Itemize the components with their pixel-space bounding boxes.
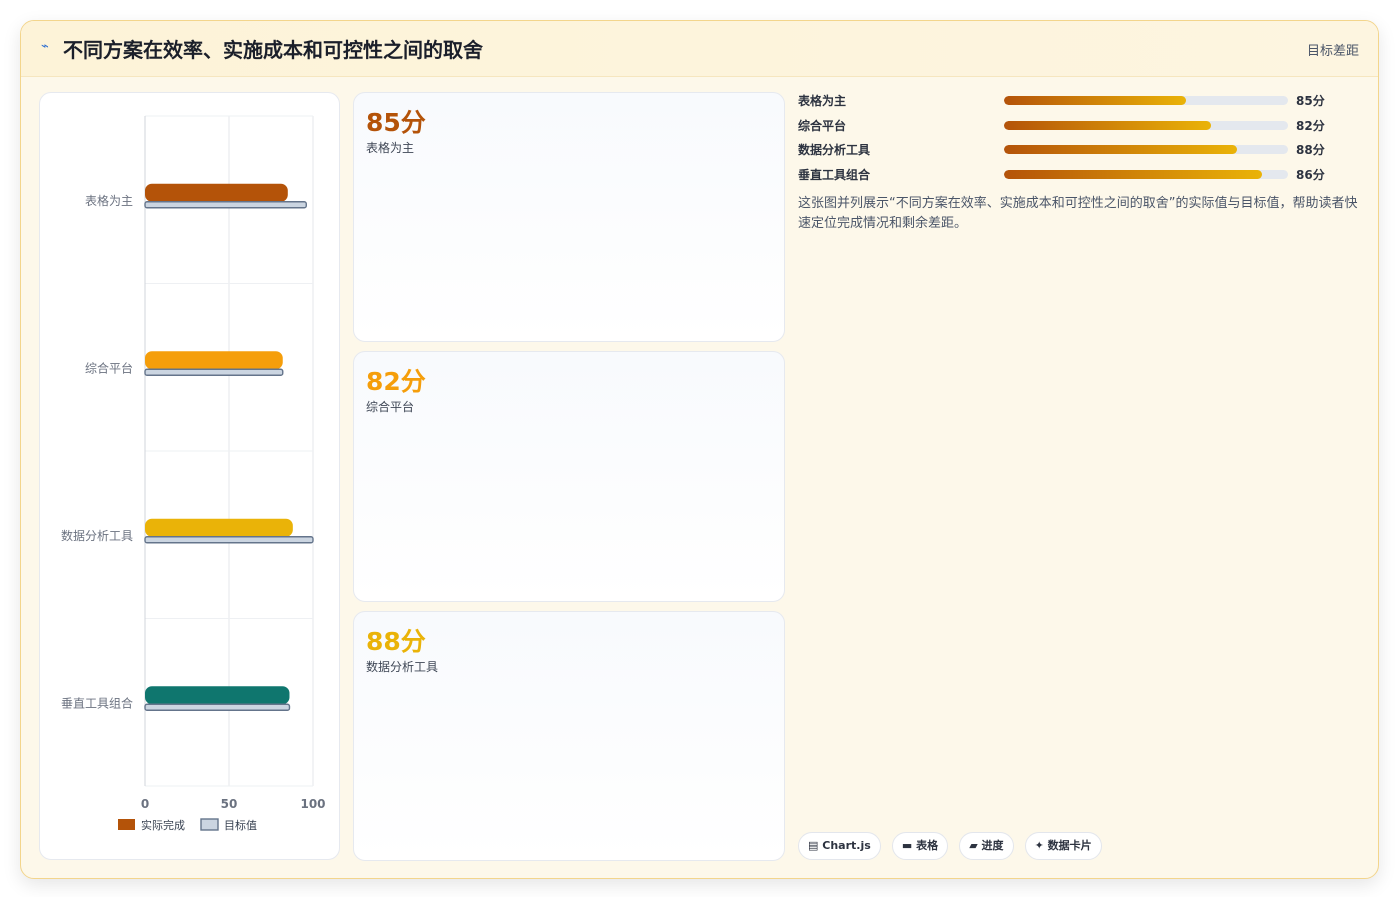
progress-row: 数据分析工具 88分 [798,141,1358,159]
legend-swatch-actual [118,819,135,830]
chart-icon: ▤ [808,839,819,852]
progress-value: 86分 [1296,168,1325,182]
kpi-card: 82分 综合平台 [353,351,785,602]
tag-table[interactable]: ▬ 表格 [891,832,949,860]
progress-row: 垂直工具组合 86分 [798,166,1358,184]
bar-target [144,368,284,376]
progress-value: 85分 [1296,94,1325,108]
table-icon: ▬ [901,839,913,852]
gap-label: 目标差距 [1306,44,1359,59]
legend-swatch-target [200,818,219,831]
kpi-card: 85分 表格为主 [353,92,785,342]
header: ⌁ 不同方案在效率、实施成本和可控性之间的取舍 目标差距 [21,21,1378,77]
progress-row: 综合平台 82分 [798,117,1358,135]
category-label: 垂直工具组合 [61,695,133,710]
kpi-label: 表格为主 [366,141,415,155]
progress-value: 82分 [1296,119,1325,133]
kpi-value: 88分 [366,627,426,656]
progress-track [1004,170,1288,179]
legend-label-target: 目标值 [224,818,257,832]
chart-description: 这张图并列展示“不同方案在效率、实施成本和可控性之间的取舍”的实际值与目标值，帮… [798,196,1358,231]
x-tick-label: 50 [221,797,238,811]
bar-target [144,201,307,209]
progress-value: 88分 [1296,143,1325,157]
progress-label: 垂直工具组合 [798,168,871,182]
progress-icon: ▰ [969,839,978,852]
legend-label-actual: 实际完成 [141,818,185,832]
bar-target [144,703,291,711]
progress-fill [1004,145,1237,154]
progress-label: 表格为主 [798,94,847,108]
progress-row: 表格为主 85分 [798,92,1358,110]
kpi-value: 85分 [366,108,426,137]
tag-progress[interactable]: ▰ 进度 [959,832,1014,860]
tag-list: ▤ Chart.js ▬ 表格 ▰ 进度 ✦ 数据卡片 [798,832,1108,860]
progress-track [1004,121,1288,130]
bar-actual [145,351,283,370]
progress-label: 数据分析工具 [798,143,871,157]
bar-actual [145,518,293,537]
progress-fill [1004,121,1212,130]
sparkle-icon: ✦ [1034,839,1044,852]
trend-icon: ⌁ [41,39,49,54]
progress-fill [1004,170,1263,179]
progress-track [1004,145,1288,154]
x-tick-label: 0 [141,797,149,811]
category-label: 表格为主 [85,193,133,208]
bar-chart-card: 表格为主综合平台数据分析工具 垂直工具组合 0 50 100 实际完成 目标值 [39,92,340,860]
bar-chart: 表格为主综合平台数据分析工具垂直工具组合 0 50 100 实际完成 目标值 [61,115,326,832]
progress-track [1004,96,1288,105]
kpi-label: 综合平台 [366,400,415,414]
bar-target [144,536,314,544]
progress-label: 综合平台 [798,119,847,133]
page-title: 不同方案在效率、实施成本和可控性之间的取舍 [63,38,483,62]
category-label: 综合平台 [85,360,133,375]
x-tick-label: 100 [300,797,325,811]
tag-chartjs[interactable]: ▤ Chart.js [798,832,881,860]
bar-actual [145,183,288,202]
kpi-value: 82分 [366,367,426,396]
kpi-card: 88分 数据分析工具 [353,611,785,861]
category-label: 数据分析工具 [61,528,133,543]
tag-data-card[interactable]: ✦ 数据卡片 [1024,832,1102,860]
kpi-label: 数据分析工具 [366,660,439,674]
bar-actual [145,686,290,705]
progress-fill [1004,96,1186,105]
dashboard-panel: ⌁ 不同方案在效率、实施成本和可控性之间的取舍 目标差距 表格为主 综合平台 数据分… [20,20,1379,879]
